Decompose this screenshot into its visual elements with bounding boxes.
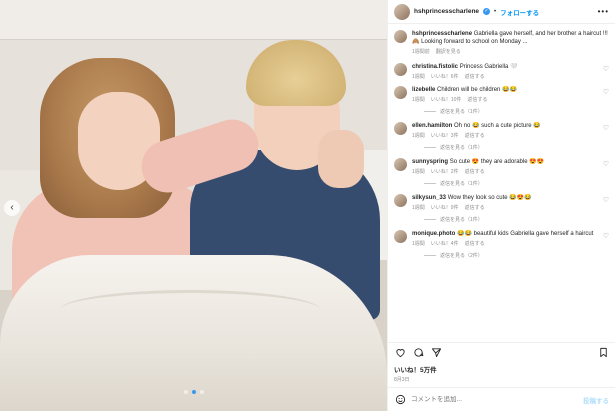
avatar[interactable]: [394, 86, 407, 99]
action-bar: [388, 342, 615, 362]
comment-input[interactable]: [411, 396, 578, 403]
like-heart-icon[interactable]: [394, 347, 406, 359]
caption-time: 1週間前: [412, 49, 430, 55]
comment-text: 😂😂 beautiful kids Gabriella gave herself…: [457, 231, 594, 237]
caption: hshprincesscharlene Gabriella gave herse…: [394, 30, 609, 55]
comment-reply-button[interactable]: 返信する: [465, 204, 485, 211]
view-replies-label: 返信を見る（2件）: [440, 253, 483, 259]
photo-boy-hand: [318, 130, 364, 188]
divider-line: [424, 111, 436, 112]
carousel-dots: [0, 390, 387, 394]
comment-time: 1週間: [412, 74, 425, 80]
comment-likes[interactable]: いいね！9件: [431, 204, 459, 211]
post-header: hshprincesscharlene ✓ • フォローする •••: [388, 0, 615, 24]
comment-item: monique.photo 😂😂 beautiful kids Gabriell…: [394, 230, 609, 247]
post-username[interactable]: hshprincesscharlene: [414, 8, 479, 15]
view-replies-button[interactable]: 返信を見る（1件）: [424, 108, 609, 115]
avatar[interactable]: [394, 63, 407, 76]
comments-scroll[interactable]: hshprincesscharlene Gabriella gave herse…: [388, 24, 615, 342]
comment-bubble-icon[interactable]: [412, 347, 424, 359]
comment-item: ellen.hamilton Oh no 😂 such a cute pictu…: [394, 122, 609, 139]
photo-blanket: [0, 255, 387, 411]
post-comment-button[interactable]: 投稿する: [583, 395, 609, 405]
follow-button[interactable]: フォローする: [500, 7, 539, 17]
divider-line: [424, 183, 436, 184]
comment-like-heart-icon[interactable]: ♡: [603, 196, 609, 204]
view-replies-label: 返信を見る（1件）: [440, 181, 483, 187]
view-replies-button[interactable]: 返信を見る（2件）: [424, 252, 609, 259]
comment-text: Wow they look so cute 😂😍😂: [447, 195, 532, 201]
comment-text: Children will be children 😂😂: [437, 87, 517, 93]
comment-like-heart-icon[interactable]: ♡: [603, 124, 609, 132]
add-comment-bar: 投稿する: [388, 387, 615, 411]
view-replies-button[interactable]: 返信を見る（1件）: [424, 216, 609, 223]
carousel-dot[interactable]: [199, 390, 204, 394]
comment-likes[interactable]: いいね！3件: [431, 132, 459, 139]
comment-username[interactable]: silkysun_33: [412, 195, 446, 201]
comment-likes[interactable]: いいね！2件: [431, 168, 459, 175]
comment-time: 1週間: [412, 169, 425, 175]
likes-count[interactable]: いいね！5万件: [388, 362, 615, 374]
comment-item: silkysun_33 Wow they look so cute 😂😍😂 1週間…: [394, 194, 609, 211]
comment-username[interactable]: sunnyspring: [412, 159, 448, 165]
comment-like-heart-icon[interactable]: ♡: [603, 232, 609, 240]
comment-like-heart-icon[interactable]: ♡: [603, 160, 609, 168]
comment-time: 1週間: [412, 205, 425, 211]
divider-line: [424, 219, 436, 220]
more-options-icon[interactable]: •••: [598, 7, 609, 16]
previous-image-button[interactable]: ‹: [4, 200, 20, 216]
comment-text: Princess Gabriella 🤍: [459, 64, 518, 70]
carousel-dot[interactable]: [183, 390, 188, 394]
comment-item: christina.fistolic Princess Gabriella 🤍 1…: [394, 63, 609, 80]
comment-reply-button[interactable]: 返信する: [465, 132, 485, 139]
avatar[interactable]: [394, 158, 407, 171]
caption-username[interactable]: hshprincesscharlene: [412, 31, 472, 37]
view-replies-label: 返信を見る（1件）: [440, 145, 483, 151]
comment-username[interactable]: lizebelle: [412, 87, 435, 93]
avatar[interactable]: [394, 230, 407, 243]
comment-text: So cute 😍 they are adorable 😍😍: [449, 159, 545, 165]
divider-line: [424, 255, 436, 256]
post-viewer: ‹ hshprincesscharlene ✓ • フォローする ••• hsh…: [0, 0, 615, 411]
comment-like-heart-icon[interactable]: ♡: [603, 88, 609, 96]
avatar[interactable]: [394, 194, 407, 207]
comment-likes[interactable]: いいね！10件: [431, 96, 462, 103]
bookmark-icon[interactable]: [597, 347, 609, 359]
comment-reply-button[interactable]: 返信する: [465, 73, 485, 80]
comment-time: 1週間: [412, 133, 425, 139]
avatar[interactable]: [394, 3, 410, 20]
comment-time: 1週間: [412, 241, 425, 247]
photo-blanket-fold: [60, 290, 320, 330]
comment-username[interactable]: christina.fistolic: [412, 64, 458, 70]
comment-text: Oh no 😂 such a cute picture 😂: [454, 123, 541, 129]
comment-item: lizebelle Children will be children 😂😂 1週…: [394, 86, 609, 103]
emoji-smiley-icon[interactable]: [394, 394, 406, 406]
view-replies-label: 返信を見る（1件）: [440, 109, 483, 115]
translate-link[interactable]: 翻訳を見る: [436, 48, 461, 55]
comment-time: 1週間: [412, 97, 425, 103]
comment-likes[interactable]: いいね！4件: [431, 240, 459, 247]
avatar[interactable]: [394, 30, 407, 43]
comment-reply-button[interactable]: 返信する: [465, 168, 485, 175]
avatar[interactable]: [394, 122, 407, 135]
view-replies-label: 返信を見る（1件）: [440, 217, 483, 223]
comment-item: sunnyspring So cute 😍 they are adorable …: [394, 158, 609, 175]
verified-badge-icon: ✓: [483, 8, 491, 15]
comment-list: christina.fistolic Princess Gabriella 🤍 1…: [394, 63, 609, 259]
post-photo[interactable]: ‹: [0, 0, 387, 411]
comment-like-heart-icon[interactable]: ♡: [603, 65, 609, 73]
carousel-dot-active[interactable]: [191, 390, 196, 394]
comment-reply-button[interactable]: 返信する: [467, 96, 487, 103]
comment-likes[interactable]: いいね！6件: [431, 73, 459, 80]
divider-line: [424, 147, 436, 148]
post-date: 8月3日: [394, 377, 410, 383]
photo-headboard: [0, 0, 387, 40]
comment-username[interactable]: ellen.hamilton: [412, 123, 452, 129]
comment-username[interactable]: monique.photo: [412, 231, 455, 237]
share-paper-plane-icon[interactable]: [430, 347, 442, 359]
comment-reply-button[interactable]: 返信する: [465, 240, 485, 247]
post-side-panel: hshprincesscharlene ✓ • フォローする ••• hshpr…: [387, 0, 615, 411]
view-replies-button[interactable]: 返信を見る（1件）: [424, 144, 609, 151]
view-replies-button[interactable]: 返信を見る（1件）: [424, 180, 609, 187]
